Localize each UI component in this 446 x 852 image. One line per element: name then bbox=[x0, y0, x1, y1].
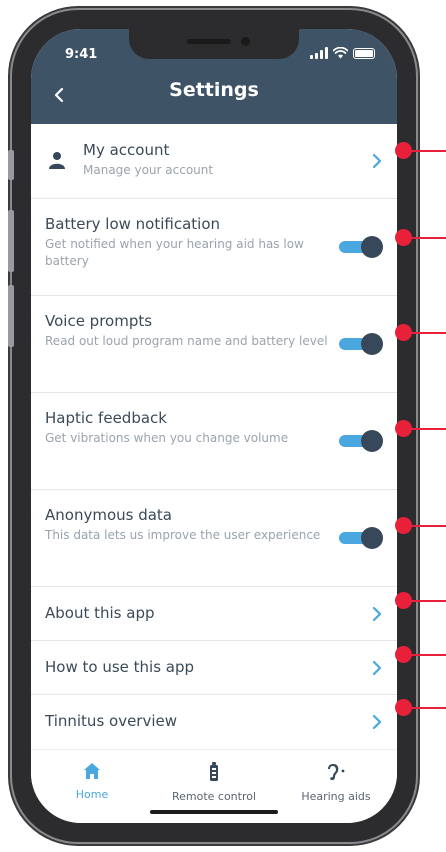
tab-home-label: Home bbox=[75, 788, 109, 801]
voice-prompts-title: Voice prompts bbox=[45, 312, 153, 330]
status-icons bbox=[310, 47, 375, 59]
about-app-row[interactable]: About this app bbox=[31, 587, 397, 641]
callout-dot bbox=[395, 517, 412, 534]
tab-remote-control-label: Remote control bbox=[171, 790, 257, 803]
chevron-right-icon bbox=[372, 660, 382, 675]
tab-hearing-aids-label: Hearing aids bbox=[301, 790, 371, 803]
haptic-feedback-subtitle: Get vibrations when you change volume bbox=[45, 431, 289, 445]
toggle-knob bbox=[361, 430, 383, 452]
settings-list: My account Manage your account Battery l… bbox=[31, 124, 397, 749]
haptic-feedback-toggle[interactable] bbox=[339, 430, 383, 452]
mute-switch bbox=[8, 150, 14, 180]
callout-dot bbox=[395, 420, 412, 437]
callout-dot bbox=[395, 324, 412, 341]
screen: 9:41 Settings My account Manage your acc… bbox=[31, 29, 397, 823]
tinnitus-row[interactable]: Tinnitus overview bbox=[31, 695, 397, 749]
callout-dot bbox=[395, 699, 412, 716]
callout-line bbox=[410, 707, 446, 709]
callout-line bbox=[410, 600, 446, 602]
voice-prompts-subtitle: Read out loud program name and battery l… bbox=[45, 334, 328, 348]
toggle-knob bbox=[361, 527, 383, 549]
phone-frame: 9:41 Settings My account Manage your acc… bbox=[8, 10, 416, 842]
volume-up-button bbox=[8, 210, 14, 272]
my-account-title: My account bbox=[83, 141, 170, 159]
volume-down-button bbox=[8, 285, 14, 347]
my-account-subtitle: Manage your account bbox=[83, 163, 214, 177]
chevron-right-icon bbox=[372, 714, 382, 730]
tab-home[interactable]: Home bbox=[31, 750, 153, 823]
signal-icon bbox=[310, 47, 328, 59]
callout-line bbox=[410, 332, 446, 334]
page-title: Settings bbox=[169, 79, 259, 101]
home-indicator bbox=[150, 810, 278, 814]
tab-hearing-aids[interactable]: Hearing aids bbox=[275, 750, 397, 823]
callout-line bbox=[410, 654, 446, 656]
callout-dot bbox=[395, 592, 412, 609]
my-account-row[interactable]: My account Manage your account bbox=[31, 124, 397, 199]
haptic-feedback-title: Haptic feedback bbox=[45, 409, 167, 427]
remote-control-icon bbox=[210, 762, 218, 781]
battery-low-title: Battery low notification bbox=[45, 215, 221, 233]
speaker bbox=[187, 39, 231, 44]
front-camera bbox=[241, 37, 250, 46]
callout-line bbox=[410, 150, 446, 152]
callout-dot bbox=[395, 142, 412, 159]
anonymous-data-row: Anonymous data This data lets us improve… bbox=[31, 490, 397, 587]
callout-dot bbox=[395, 646, 412, 663]
ear-icon bbox=[328, 764, 345, 781]
callout-line bbox=[410, 525, 446, 527]
house-icon bbox=[84, 763, 100, 779]
battery-low-row: Battery low notification Get notified wh… bbox=[31, 199, 397, 296]
callout-line bbox=[410, 428, 446, 430]
callout-line bbox=[410, 237, 446, 239]
about-app-title: About this app bbox=[45, 604, 155, 622]
person-icon bbox=[49, 152, 65, 169]
how-to-use-row[interactable]: How to use this app bbox=[31, 641, 397, 695]
voice-prompts-row: Voice prompts Read out loud program name… bbox=[31, 296, 397, 393]
status-time: 9:41 bbox=[65, 47, 98, 62]
wifi-icon bbox=[333, 47, 348, 59]
callout-dot bbox=[395, 229, 412, 246]
anonymous-data-subtitle: This data lets us improve the user exper… bbox=[45, 528, 321, 542]
app-header: 9:41 Settings bbox=[31, 29, 397, 124]
chevron-right-icon bbox=[372, 153, 382, 169]
haptic-feedback-row: Haptic feedback Get vibrations when you … bbox=[31, 393, 397, 490]
anonymous-data-title: Anonymous data bbox=[45, 506, 172, 524]
toggle-knob bbox=[361, 236, 383, 258]
chevron-right-icon bbox=[372, 606, 382, 621]
battery-low-toggle[interactable] bbox=[339, 236, 383, 258]
battery-icon bbox=[353, 48, 375, 59]
voice-prompts-toggle[interactable] bbox=[339, 333, 383, 355]
toggle-knob bbox=[361, 333, 383, 355]
anonymous-data-toggle[interactable] bbox=[339, 527, 383, 549]
battery-low-subtitle: Get notified when your hearing aid has l… bbox=[45, 237, 304, 268]
notch bbox=[129, 29, 299, 59]
tinnitus-title: Tinnitus overview bbox=[45, 712, 178, 730]
how-to-use-title: How to use this app bbox=[45, 658, 195, 676]
